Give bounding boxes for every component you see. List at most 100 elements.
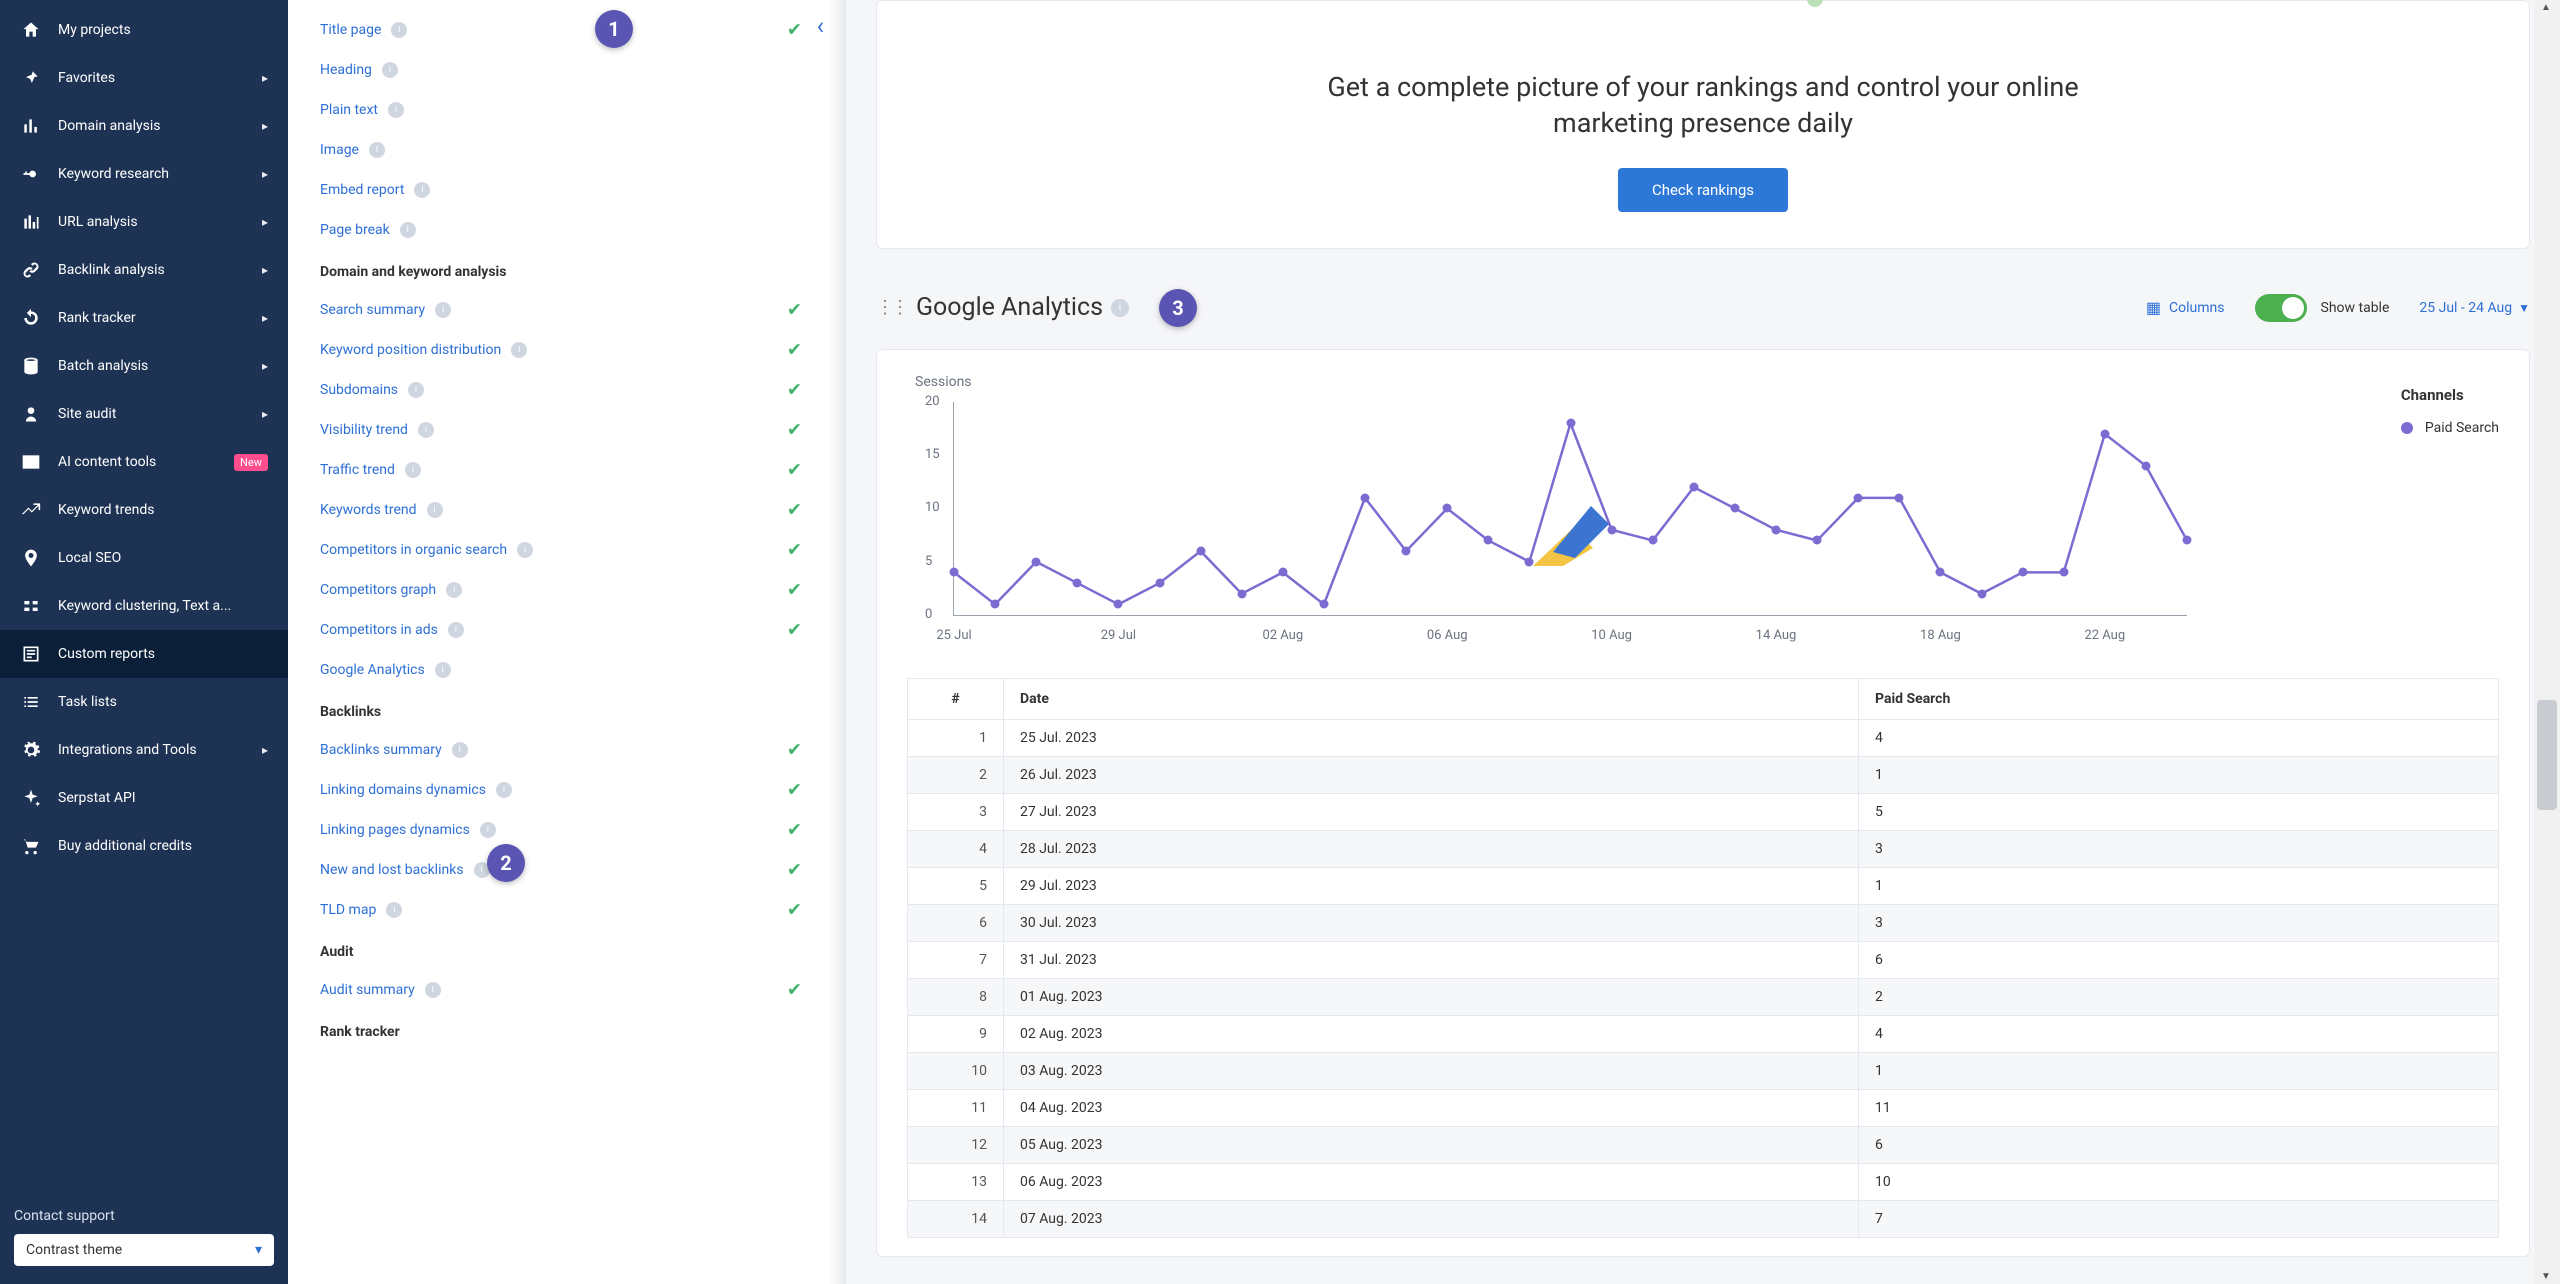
chart-point[interactable]: [1484, 536, 1493, 545]
widget-link[interactable]: Keywords trend: [320, 502, 417, 518]
table-row[interactable]: 1104 Aug. 202311: [908, 1089, 2499, 1126]
sidebar-item-link[interactable]: Backlink analysis▸: [0, 246, 288, 294]
sidebar-item-refresh[interactable]: Rank tracker▸: [0, 294, 288, 342]
widget-item[interactable]: Competitors in organic searchi✔: [288, 530, 844, 570]
info-icon[interactable]: i: [511, 342, 527, 358]
table-row[interactable]: 226 Jul. 20231: [908, 756, 2499, 793]
chart-point[interactable]: [1319, 600, 1328, 609]
widget-item[interactable]: TLD mapi✔: [288, 890, 844, 930]
info-icon[interactable]: i: [369, 142, 385, 158]
info-icon[interactable]: i: [1111, 299, 1129, 317]
table-row[interactable]: 327 Jul. 20235: [908, 793, 2499, 830]
widget-item[interactable]: Embed reporti: [288, 170, 844, 210]
chart-point[interactable]: [1237, 589, 1246, 598]
chart-point[interactable]: [1936, 568, 1945, 577]
info-icon[interactable]: i: [414, 182, 430, 198]
widget-item[interactable]: Search summaryi✔: [288, 290, 844, 330]
widget-link[interactable]: Title page: [320, 22, 381, 38]
widget-link[interactable]: Linking domains dynamics: [320, 782, 486, 798]
widget-link[interactable]: Plain text: [320, 102, 378, 118]
chart-point[interactable]: [1278, 568, 1287, 577]
chart-point[interactable]: [2018, 568, 2027, 577]
chart-point[interactable]: [2141, 461, 2150, 470]
table-row[interactable]: 1407 Aug. 20237: [908, 1200, 2499, 1237]
widget-link[interactable]: Competitors graph: [320, 582, 436, 598]
widget-item[interactable]: Keywords trendi✔: [288, 490, 844, 530]
widget-item[interactable]: Title pagei✔: [288, 10, 844, 50]
chart-point[interactable]: [2183, 536, 2192, 545]
chart-point[interactable]: [2100, 429, 2109, 438]
info-icon[interactable]: i: [408, 382, 424, 398]
sidebar-item-cart[interactable]: Buy additional credits: [0, 822, 288, 870]
chart-point[interactable]: [950, 568, 959, 577]
sidebar-item-database[interactable]: Batch analysis▸: [0, 342, 288, 390]
date-range-picker[interactable]: 25 Jul - 24 Aug ▼: [2419, 300, 2530, 316]
col-date[interactable]: Date: [1004, 678, 1859, 719]
chart-point[interactable]: [1895, 493, 1904, 502]
widget-item[interactable]: Competitors in adsi✔: [288, 610, 844, 650]
widget-link[interactable]: Competitors in organic search: [320, 542, 507, 558]
info-icon[interactable]: i: [418, 422, 434, 438]
scrollbar-thumb[interactable]: [2537, 700, 2557, 810]
widget-item[interactable]: Backlinks summaryi✔: [288, 730, 844, 770]
widget-link[interactable]: Image: [320, 142, 359, 158]
widget-item[interactable]: Plain text i: [288, 90, 844, 130]
widget-link[interactable]: Visibility trend: [320, 422, 408, 438]
sidebar-item-sparkle[interactable]: Serpstat API: [0, 774, 288, 822]
table-row[interactable]: 801 Aug. 20232: [908, 978, 2499, 1015]
info-icon[interactable]: i: [435, 662, 451, 678]
widget-item[interactable]: Keyword position distributioni✔: [288, 330, 844, 370]
table-row[interactable]: 1306 Aug. 202310: [908, 1163, 2499, 1200]
info-icon[interactable]: i: [480, 822, 496, 838]
contact-support-link[interactable]: Contact support: [14, 1208, 274, 1224]
widget-item[interactable]: Headingi: [288, 50, 844, 90]
widget-link[interactable]: Traffic trend: [320, 462, 395, 478]
chart-point[interactable]: [1402, 546, 1411, 555]
widget-link[interactable]: Google Analytics: [320, 662, 425, 678]
info-icon[interactable]: i: [517, 542, 533, 558]
info-icon[interactable]: i: [386, 902, 402, 918]
widget-item[interactable]: Visibility trendi✔: [288, 410, 844, 450]
sidebar-item-list[interactable]: Task lists: [0, 678, 288, 726]
info-icon[interactable]: i: [425, 982, 441, 998]
widget-item[interactable]: Subdomainsi✔: [288, 370, 844, 410]
table-row[interactable]: 731 Jul. 20236: [908, 941, 2499, 978]
widget-link[interactable]: Linking pages dynamics: [320, 822, 470, 838]
chart-point[interactable]: [1689, 483, 1698, 492]
chart-point[interactable]: [1648, 536, 1657, 545]
table-row[interactable]: 428 Jul. 20233: [908, 830, 2499, 867]
chart-point[interactable]: [1566, 419, 1575, 428]
widget-link[interactable]: Competitors in ads: [320, 622, 438, 638]
drag-handle-icon[interactable]: ⋮⋮: [876, 297, 906, 318]
theme-select[interactable]: Contrast theme ▾: [14, 1234, 274, 1266]
table-row[interactable]: 1205 Aug. 20236: [908, 1126, 2499, 1163]
sidebar-item-window[interactable]: AI content toolsNew: [0, 438, 288, 486]
scroll-up-icon[interactable]: ▲: [2541, 2, 2551, 13]
info-icon[interactable]: i: [388, 102, 404, 118]
collapse-panel-button[interactable]: ‹: [813, 8, 828, 44]
widget-item[interactable]: Traffic trendi✔: [288, 450, 844, 490]
info-icon[interactable]: i: [446, 582, 462, 598]
info-icon[interactable]: i: [400, 222, 416, 238]
chart-point[interactable]: [1155, 578, 1164, 587]
widget-item[interactable]: Imagei: [288, 130, 844, 170]
chart-point[interactable]: [2059, 568, 2068, 577]
chart-point[interactable]: [1196, 546, 1205, 555]
widget-link[interactable]: Subdomains: [320, 382, 398, 398]
scroll-down-icon[interactable]: ▼: [2541, 1271, 2551, 1282]
sidebar-item-key[interactable]: Keyword research▸: [0, 150, 288, 198]
sidebar-item-home[interactable]: My projects: [0, 6, 288, 54]
widget-item[interactable]: New and lost backlinksi✔: [288, 850, 844, 890]
sidebar-item-pin[interactable]: Favorites▸: [0, 54, 288, 102]
widget-item[interactable]: Linking pages dynamicsi✔: [288, 810, 844, 850]
table-row[interactable]: 902 Aug. 20234: [908, 1015, 2499, 1052]
chart-point[interactable]: [1854, 493, 1863, 502]
widget-link[interactable]: Backlinks summary: [320, 742, 442, 758]
sidebar-item-flow[interactable]: Keyword clustering, Text a...: [0, 582, 288, 630]
table-row[interactable]: 1003 Aug. 20231: [908, 1052, 2499, 1089]
sidebar-item-users[interactable]: Site audit▸: [0, 390, 288, 438]
info-icon[interactable]: i: [405, 462, 421, 478]
widget-link[interactable]: Audit summary: [320, 982, 415, 998]
chart-point[interactable]: [1772, 525, 1781, 534]
chart-point[interactable]: [1977, 589, 1986, 598]
